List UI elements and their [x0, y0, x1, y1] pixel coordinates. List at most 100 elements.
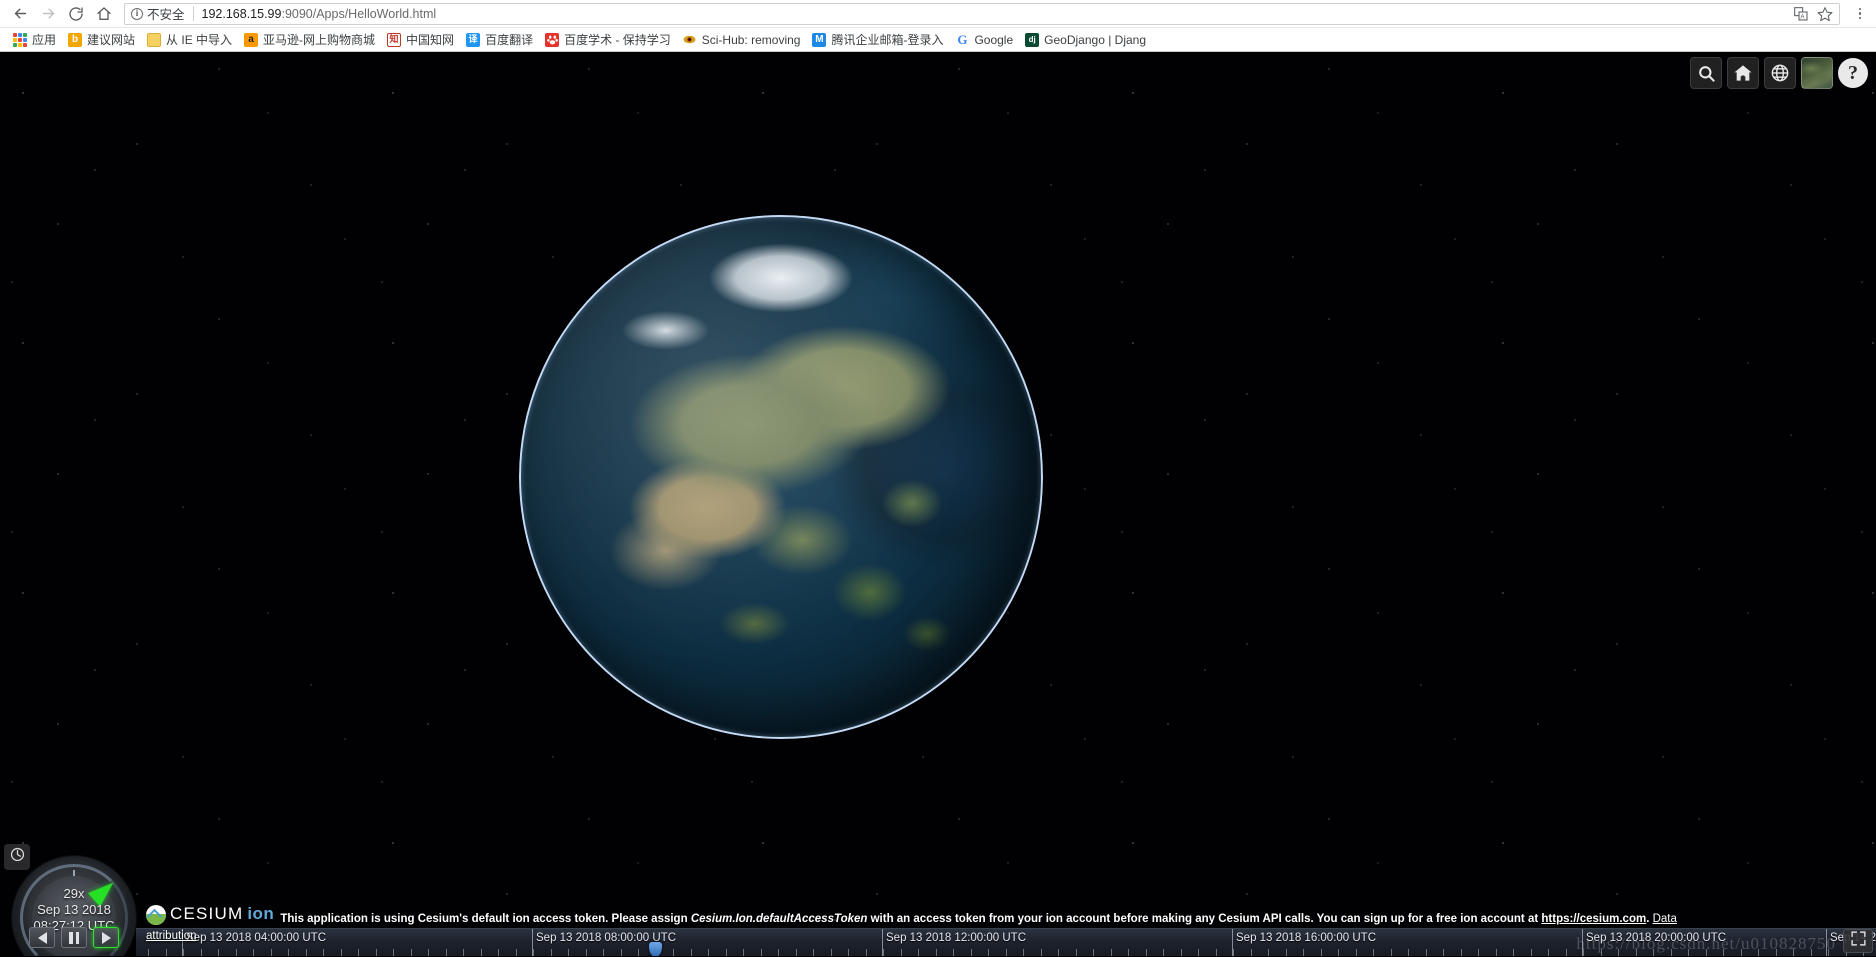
timeline-tick [515, 949, 517, 956]
bookmark-scihub[interactable]: Sci-Hub: removing [678, 31, 808, 49]
address-bar[interactable]: i 不安全 192.168.15.99:9090/Apps/HelloWorld… [124, 2, 1840, 25]
timeline-label: Sep 13 2018 16:00:00 UTC [1236, 932, 1377, 944]
timeline-tick [1705, 949, 1707, 956]
home-button[interactable] [1727, 57, 1759, 89]
scene-mode-button[interactable] [1764, 57, 1796, 89]
bookmarks-bar: 应用 b 建议网站 从 IE 中导入 a 亚马逊-网上购物商城 知 中国知网 译… [0, 27, 1876, 51]
timeline-tick [375, 949, 377, 956]
bookmark-label: Sci-Hub: removing [701, 32, 801, 47]
timeline-tick [1198, 949, 1199, 956]
timeline-tick [445, 949, 447, 956]
timeline-tick [533, 949, 534, 956]
timeline-tick [1093, 949, 1094, 956]
pause-button[interactable] [61, 927, 87, 948]
play-reverse-icon [37, 931, 47, 944]
bookmark-cnki[interactable]: 知 中国知网 [382, 29, 461, 50]
google-icon: G [957, 32, 968, 47]
home-icon [1733, 63, 1753, 83]
folder-icon [147, 32, 162, 47]
animation-widget[interactable]: 29x Sep 13 2018 08:27:12 UTC [0, 838, 136, 956]
timeline[interactable]: Sep 13 2018 04:00:00 UTC Sep 13 2018 08:… [136, 928, 1876, 956]
timeline-tick [550, 949, 552, 956]
browser-chrome: i 不安全 192.168.15.99:9090/Apps/HelloWorld… [0, 0, 1876, 52]
timeline-tick [1513, 949, 1514, 956]
navigation-help-button[interactable]: ? [1838, 58, 1868, 88]
timeline-tick [1740, 949, 1742, 956]
cesium-toolbar: ? [1690, 57, 1868, 89]
bookmark-geodjango[interactable]: dj GeoDjango | Djang [1020, 31, 1153, 49]
timeline-tick [1775, 949, 1777, 956]
timeline-tick [1023, 949, 1024, 956]
bookmark-ie-import[interactable]: 从 IE 中导入 [142, 29, 239, 50]
timeline-tick [988, 949, 989, 956]
forward-button[interactable] [34, 2, 62, 26]
globe-surface[interactable] [519, 215, 1043, 739]
timeline-tick [340, 949, 342, 956]
timeline-tick [1215, 949, 1217, 956]
security-chip[interactable]: i 不安全 [131, 4, 185, 23]
home-button[interactable] [90, 2, 118, 26]
timeline-tick [1443, 949, 1444, 956]
timeline-tick [358, 949, 359, 956]
globe[interactable] [509, 205, 1053, 749]
menu-dot [1858, 12, 1862, 15]
timeline-tick [1425, 949, 1427, 956]
translate-icon[interactable]: A [1793, 6, 1809, 22]
timeline-tick [690, 949, 692, 956]
django-icon: dj [1025, 32, 1040, 47]
play-reverse-button[interactable] [29, 927, 55, 948]
bookmark-apps[interactable]: 应用 [8, 29, 63, 50]
bookmark-google[interactable]: G Google [950, 31, 1020, 49]
timeline-tick [1565, 949, 1567, 956]
bookmark-bing[interactable]: b 建议网站 [63, 29, 142, 50]
star-icon[interactable] [1817, 6, 1833, 22]
animation-ring[interactable]: 29x Sep 13 2018 08:27:12 UTC [12, 856, 136, 956]
timeline-bar[interactable]: Sep 13 2018 04:00:00 UTC Sep 13 2018 08:… [136, 929, 1876, 956]
timeline-tick [970, 949, 972, 956]
timeline-tick [498, 949, 499, 956]
info-icon: i [131, 7, 143, 20]
fullscreen-button[interactable] [1843, 929, 1873, 953]
baidu-icon [545, 32, 560, 47]
timeline-tick [1408, 949, 1409, 956]
play-button[interactable] [93, 927, 119, 948]
timeline-tick [1303, 949, 1304, 956]
bookmark-label: 亚马逊-网上购物商城 [263, 33, 376, 47]
timeline-tick [1163, 949, 1164, 956]
bookmark-baidu-translate[interactable]: 译 百度翻译 [461, 29, 540, 50]
timeline-tick [1758, 949, 1759, 956]
attribution-link[interactable]: attribution [146, 930, 197, 942]
url-host: 192.168.15.99 [201, 6, 282, 21]
bookmark-baidu-xueshu[interactable]: 百度学术 - 保持学习 [540, 29, 678, 50]
timeline-tick [1285, 949, 1287, 956]
geocoder-button[interactable] [1690, 57, 1722, 89]
url-text[interactable]: 192.168.15.99:9090/Apps/HelloWorld.html [202, 7, 437, 21]
timeline-tick [1548, 949, 1549, 956]
timeline-tick [1005, 949, 1007, 956]
timeline-tick [1233, 949, 1234, 956]
timeline-tick [1373, 949, 1374, 956]
base-layer-picker-button[interactable] [1801, 57, 1833, 89]
bookmark-label: 建议网站 [87, 33, 136, 47]
timeline-tick [1600, 949, 1602, 956]
timeline-tick [288, 949, 289, 956]
browser-menu-button[interactable] [1850, 7, 1870, 20]
fullscreen-icon [1850, 930, 1867, 952]
back-button[interactable] [6, 2, 34, 26]
bookmark-label: Google [974, 32, 1014, 47]
cesium-viewer[interactable]: ? CESIUM ion This application is using C… [0, 52, 1876, 956]
clock-toggle-button[interactable] [4, 844, 30, 870]
timeline-tick [568, 949, 569, 956]
timeline-current-time-handle[interactable] [649, 942, 662, 956]
reload-button[interactable] [62, 2, 90, 26]
timeline-tick [1355, 949, 1357, 956]
timeline-label: Sep 13 2018 04:00:00 UTC [186, 932, 327, 944]
timeline-minor-ticks [136, 947, 1876, 956]
globe-icon [1770, 63, 1790, 83]
timeline-tick [1530, 949, 1532, 956]
timeline-tick [603, 949, 604, 956]
timeline-tick [1460, 949, 1462, 956]
bookmark-tencent-mail[interactable]: M 腾讯企业邮箱-登录入 [807, 29, 950, 50]
timeline-tick [1478, 949, 1479, 956]
bookmark-amazon[interactable]: a 亚马逊-网上购物商城 [239, 29, 382, 50]
